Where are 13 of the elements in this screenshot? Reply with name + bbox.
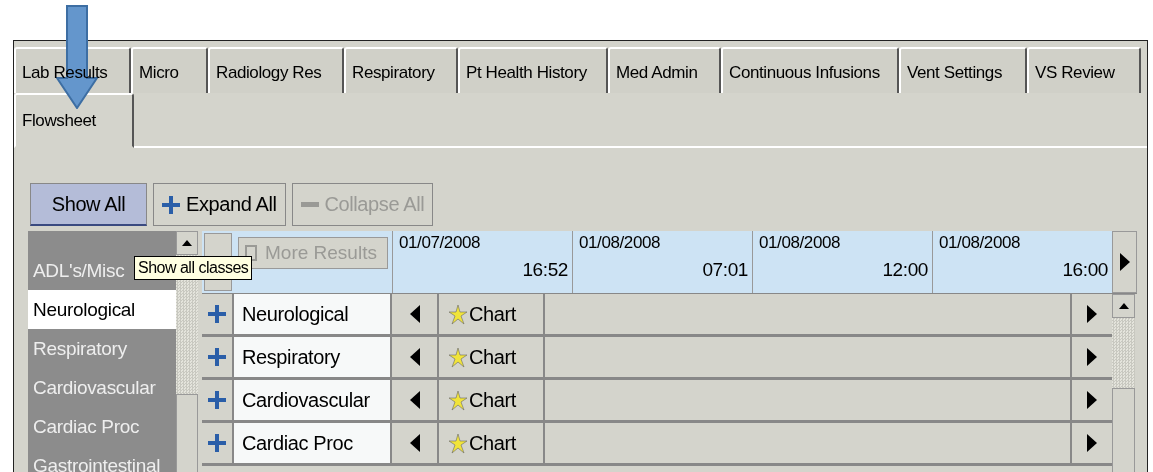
tooltip: Show all classes xyxy=(134,256,253,280)
column-date: 01/08/2008 xyxy=(759,233,842,253)
column-date: 01/08/2008 xyxy=(939,233,1022,253)
row-label: Respiratory xyxy=(234,337,392,377)
column-date: 01/08/2008 xyxy=(579,233,662,253)
row-label: Cardiac Proc xyxy=(234,423,392,463)
column-time: 12:00 xyxy=(882,259,928,281)
column-time: 16:52 xyxy=(522,259,568,281)
row-label: Cardiovascular xyxy=(234,380,392,420)
row-label: Neurological xyxy=(234,294,392,334)
column-time: 07:01 xyxy=(702,259,748,281)
column-date: 01/07/2008 xyxy=(399,233,482,253)
column-time: 16:00 xyxy=(1062,259,1108,281)
